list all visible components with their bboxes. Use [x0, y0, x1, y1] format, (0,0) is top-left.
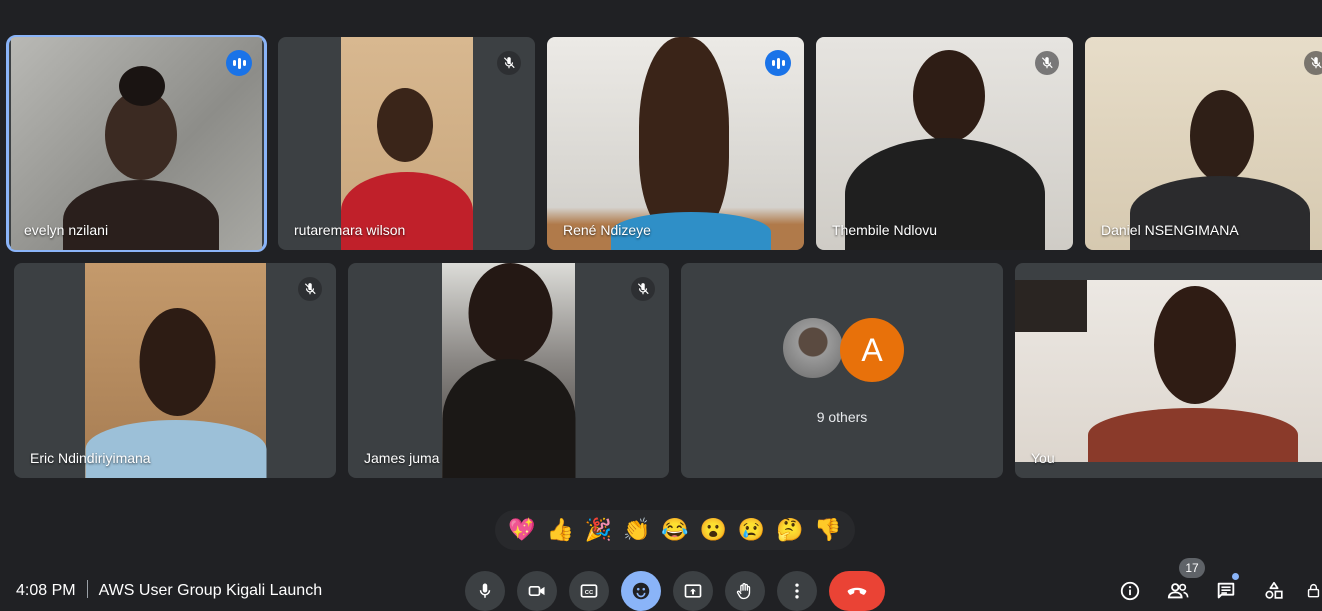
participant-video — [341, 37, 473, 250]
mic-off-icon — [1304, 51, 1322, 75]
participant-name: Daniel NSENGIMANA — [1101, 222, 1239, 238]
participant-silhouette — [442, 263, 575, 478]
emoji-icon — [632, 582, 650, 600]
reactions-button[interactable] — [621, 571, 661, 611]
participant-tile-daniel[interactable]: Daniel NSENGIMANA — [1085, 37, 1322, 250]
lock-button[interactable] — [1305, 576, 1322, 606]
participant-video — [816, 37, 1073, 250]
people-button[interactable] — [1163, 576, 1193, 606]
captions-button[interactable]: CC — [569, 571, 609, 611]
participant-tile-rutaremara[interactable]: rutaremara wilson — [278, 37, 535, 250]
speaking-indicator-icon — [765, 50, 791, 76]
participant-tile-you[interactable]: You — [1015, 263, 1322, 478]
reaction-crying[interactable]: 😢 — [734, 513, 768, 547]
activities-button[interactable] — [1259, 576, 1289, 606]
participant-video — [11, 37, 262, 250]
reaction-tears-of-joy[interactable]: 😂 — [658, 513, 692, 547]
svg-text:CC: CC — [585, 590, 594, 596]
meeting-details-button[interactable] — [1115, 576, 1145, 606]
others-tile[interactable]: A 9 others — [681, 263, 1003, 478]
participant-tile-thembile[interactable]: Thembile Ndlovu — [816, 37, 1073, 250]
mic-icon — [479, 583, 491, 598]
participant-tile-evelyn[interactable]: evelyn nzilani — [6, 35, 267, 252]
camera-icon — [528, 586, 545, 596]
end-call-icon — [847, 587, 867, 595]
activities-icon — [1265, 581, 1283, 599]
participant-name: James juma — [364, 450, 440, 466]
participant-name: René Ndizeye — [563, 222, 651, 238]
reaction-thumbs-down[interactable]: 👎 — [811, 513, 845, 547]
participant-video — [1085, 37, 1322, 250]
others-count-label: 9 others — [816, 409, 868, 425]
people-count-badge: 17 — [1179, 558, 1205, 578]
meeting-time: 4:08 PM — [16, 582, 76, 599]
reaction-thumbs-up[interactable]: 👍 — [543, 513, 577, 547]
camera-button[interactable] — [517, 571, 557, 611]
people-icon — [1167, 583, 1189, 599]
participant-silhouette — [1088, 280, 1299, 462]
mic-off-icon — [631, 277, 655, 301]
participant-video — [1015, 280, 1322, 462]
present-icon — [684, 584, 702, 598]
more-options-icon — [795, 583, 799, 599]
reaction-surprised[interactable]: 😮 — [696, 513, 730, 547]
chat-button[interactable] — [1211, 576, 1241, 606]
present-button[interactable] — [673, 571, 713, 611]
more-options-button[interactable] — [777, 571, 817, 611]
participant-video — [442, 263, 575, 478]
mic-off-icon — [1035, 51, 1059, 75]
meeting-title: AWS User Group Kigali Launch — [98, 582, 323, 599]
lock-icon — [1307, 583, 1320, 598]
raise-hand-button[interactable] — [725, 571, 765, 611]
leave-call-button[interactable] — [829, 571, 885, 611]
participant-name: Thembile Ndlovu — [832, 222, 938, 238]
raise-hand-icon — [736, 583, 751, 600]
reaction-sparkling-heart[interactable]: 💖 — [505, 513, 539, 547]
info-icon — [1120, 581, 1140, 601]
chat-icon — [1217, 582, 1235, 599]
participant-tile-rene[interactable]: René Ndizeye — [547, 37, 804, 250]
reaction-clapping-hands[interactable]: 👏 — [620, 513, 654, 547]
reactions-bar: 💖 👍 🎉 👏 😂 😮 😢 🤔 👎 — [495, 510, 855, 550]
mic-off-icon — [497, 51, 521, 75]
participant-name: Eric Ndindiriyimana — [30, 450, 151, 466]
participant-tile-eric[interactable]: Eric Ndindiriyimana — [14, 263, 336, 478]
mic-button[interactable] — [465, 571, 505, 611]
mic-off-icon — [298, 277, 322, 301]
others-avatar-photo — [783, 318, 843, 378]
others-avatar-letter: A — [840, 318, 904, 382]
participant-name: evelyn nzilani — [24, 222, 109, 238]
participant-video — [85, 263, 266, 478]
reaction-thinking[interactable]: 🤔 — [773, 513, 807, 547]
participant-name: You — [1031, 450, 1055, 466]
participant-silhouette — [581, 37, 771, 250]
speaking-indicator-icon — [226, 50, 252, 76]
participant-name: rutaremara wilson — [294, 222, 406, 238]
divider — [86, 580, 88, 598]
participant-silhouette — [835, 50, 1055, 250]
captions-icon: CC — [580, 584, 598, 598]
picture-frame — [1015, 280, 1087, 332]
reaction-party-popper[interactable]: 🎉 — [582, 513, 616, 547]
meeting-info: 4:08 PM AWS User Group Kigali Launch — [16, 580, 322, 600]
participant-tile-james[interactable]: James juma — [348, 263, 669, 478]
